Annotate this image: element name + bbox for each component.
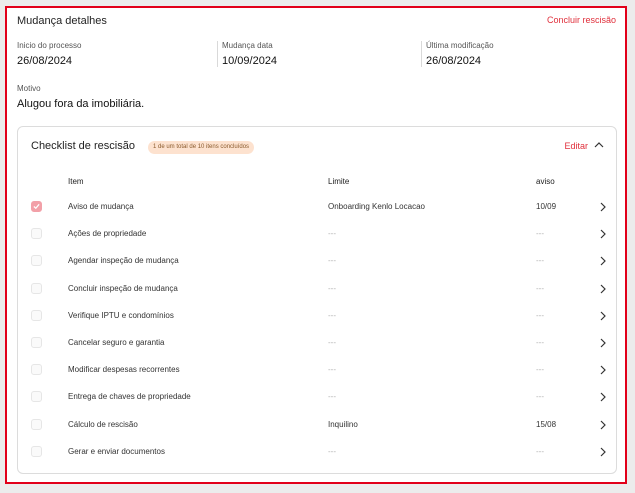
- chevron-right-icon: [600, 311, 606, 321]
- row-open-button[interactable]: [598, 310, 608, 322]
- row-notice: 15/08: [536, 419, 557, 429]
- row-checkbox[interactable]: [31, 309, 42, 321]
- meta-value: 26/08/2024: [426, 55, 482, 67]
- row-checkbox[interactable]: [31, 336, 42, 348]
- row-checkbox[interactable]: [31, 282, 42, 294]
- row-item: Cancelar seguro e garantia: [68, 337, 165, 347]
- row-checkbox[interactable]: [31, 391, 42, 403]
- meta-last-modified: Última modificação 26/08/2024: [421, 41, 494, 67]
- details-panel: Mudança detalhes Concluir rescisão Inici…: [5, 6, 627, 484]
- row-notice: ---: [536, 283, 544, 293]
- table-row[interactable]: Cálculo de rescisão Inquilino 15/08: [18, 412, 616, 439]
- row-limit: ---: [328, 446, 336, 456]
- row-limit: ---: [328, 283, 336, 293]
- row-limit: ---: [328, 392, 336, 402]
- row-limit: ---: [328, 337, 336, 347]
- chevron-up-icon: [594, 142, 604, 148]
- progress-badge: 1 de um total de 10 itens concluídos: [148, 141, 255, 154]
- meta-label: Mudança data: [222, 41, 273, 50]
- meta-label: Inicio do processo: [17, 41, 82, 50]
- row-open-button[interactable]: [598, 228, 608, 240]
- row-limit: ---: [328, 310, 336, 320]
- row-limit: Onboarding Kenlo Locacao: [328, 202, 425, 211]
- row-limit: ---: [328, 365, 336, 375]
- chevron-right-icon: [600, 392, 606, 402]
- row-item: Gerar e enviar documentos: [68, 446, 165, 456]
- meta-move-date: Mudança data 10/09/2024: [217, 41, 277, 67]
- row-notice: ---: [536, 392, 544, 402]
- column-header-limit: Limite: [328, 177, 350, 186]
- chevron-right-icon: [600, 365, 606, 375]
- row-item: Cálculo de rescisão: [68, 419, 138, 429]
- chevron-right-icon: [600, 202, 606, 212]
- row-checkbox[interactable]: [31, 255, 42, 267]
- reason-label: Motivo: [17, 84, 41, 93]
- row-notice: ---: [536, 337, 544, 347]
- reason-value: Alugou fora da imobiliária.: [17, 98, 145, 110]
- row-checkbox[interactable]: [31, 445, 42, 457]
- meta-value: 10/09/2024: [222, 55, 278, 67]
- row-checkbox[interactable]: [31, 418, 42, 430]
- table-row[interactable]: Entrega de chaves de propriedade --- ---: [18, 384, 616, 411]
- chevron-right-icon: [600, 420, 606, 429]
- row-item: Aviso de mudança: [68, 202, 134, 211]
- chevron-right-icon: [600, 447, 606, 457]
- table-row[interactable]: Modificar despesas recorrentes --- ---: [18, 357, 616, 384]
- chevron-right-icon: [600, 256, 606, 266]
- check-icon: [33, 203, 40, 210]
- column-header-item: Item: [68, 177, 84, 186]
- table-row[interactable]: Cancelar seguro e garantia --- ---: [18, 330, 616, 357]
- row-open-button[interactable]: [598, 446, 608, 458]
- row-notice: ---: [536, 256, 544, 266]
- table-header: Item Limite aviso: [18, 177, 616, 189]
- row-checkbox[interactable]: [31, 364, 42, 376]
- meta-label: Última modificação: [426, 41, 494, 50]
- table-row[interactable]: Concluir inspeção de mudança --- ---: [18, 276, 616, 303]
- chevron-right-icon: [600, 284, 606, 293]
- table-row[interactable]: Aviso de mudança Onboarding Kenlo Locaca…: [18, 194, 616, 221]
- termination-checklist-card: Checklist de rescisão 1 de um total de 1…: [17, 126, 617, 474]
- row-item: Verifique IPTU e condomínios: [68, 310, 174, 320]
- row-open-button[interactable]: [598, 419, 608, 431]
- row-checkbox[interactable]: [31, 228, 42, 240]
- edit-checklist-link[interactable]: Editar: [564, 141, 588, 151]
- column-header-notice: aviso: [536, 177, 555, 186]
- row-item: Modificar despesas recorrentes: [68, 365, 180, 375]
- chevron-right-icon: [600, 229, 606, 239]
- row-notice: ---: [536, 310, 544, 320]
- row-limit: ---: [328, 256, 336, 266]
- chevron-right-icon: [600, 338, 606, 348]
- row-notice: 10/09: [536, 202, 557, 211]
- checklist-title: Checklist de rescisão: [31, 140, 135, 152]
- table-row[interactable]: Gerar e enviar documentos --- ---: [18, 439, 616, 466]
- row-item: Concluir inspeção de mudança: [68, 283, 178, 293]
- row-notice: ---: [536, 365, 544, 375]
- table-row[interactable]: Ações de propriedade --- ---: [18, 221, 616, 248]
- page-title: Mudança detalhes: [17, 15, 107, 27]
- row-open-button[interactable]: [598, 255, 608, 267]
- meta-value: 26/08/2024: [17, 55, 73, 67]
- row-notice: ---: [536, 446, 544, 456]
- complete-termination-link[interactable]: Concluir rescisão: [547, 15, 616, 25]
- meta-start-date: Inicio do processo 26/08/2024: [17, 41, 81, 67]
- row-open-button[interactable]: [598, 364, 608, 376]
- row-limit: ---: [328, 229, 336, 239]
- checklist-rows: Aviso de mudança Onboarding Kenlo Locaca…: [18, 194, 616, 466]
- row-open-button[interactable]: [598, 337, 608, 349]
- row-open-button[interactable]: [598, 283, 608, 295]
- row-item: Agendar inspeção de mudança: [68, 256, 179, 266]
- row-checkbox[interactable]: [31, 201, 42, 212]
- collapse-button[interactable]: [592, 138, 606, 152]
- row-item: Entrega de chaves de propriedade: [68, 392, 191, 402]
- row-open-button[interactable]: [598, 201, 608, 213]
- row-limit: Inquilino: [328, 419, 358, 429]
- table-row[interactable]: Verifique IPTU e condomínios --- ---: [18, 303, 616, 330]
- row-item: Ações de propriedade: [68, 229, 147, 239]
- table-row[interactable]: Agendar inspeção de mudança --- ---: [18, 248, 616, 275]
- row-open-button[interactable]: [598, 391, 608, 403]
- row-notice: ---: [536, 229, 544, 239]
